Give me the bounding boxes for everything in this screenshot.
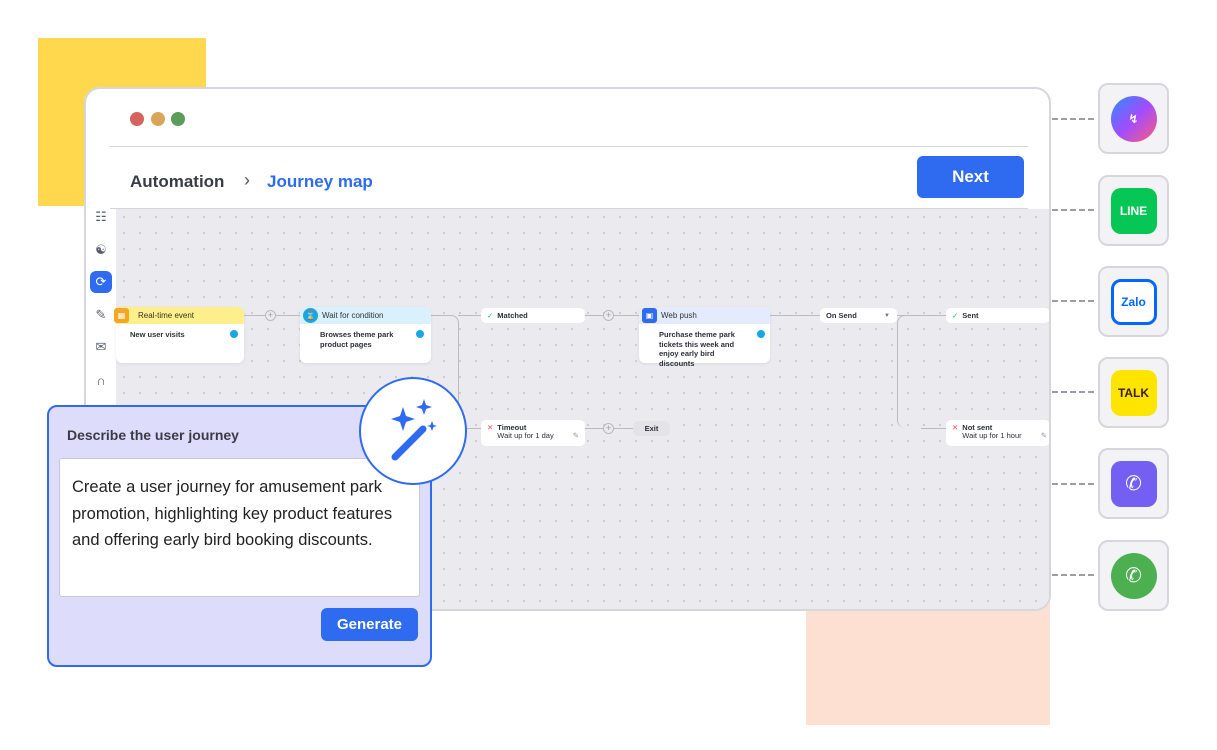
channel-viber[interactable]: ✆ xyxy=(1098,448,1169,519)
close-dot[interactable] xyxy=(130,112,144,126)
webpush-body: Purchase theme park tickets this week an… xyxy=(659,330,735,368)
magnet-icon[interactable]: ∩ xyxy=(90,369,112,391)
minimize-dot[interactable] xyxy=(151,112,165,126)
pencil-icon[interactable]: ✎ xyxy=(1041,432,1047,440)
viber-icon: ✆ xyxy=(1110,460,1157,507)
add-step-icon[interactable]: + xyxy=(265,310,276,321)
breadcrumb-automation[interactable]: Automation xyxy=(130,172,224,192)
caret-down-icon: ▼ xyxy=(884,312,890,319)
condition-title: Wait for condition xyxy=(322,311,384,320)
channel-line[interactable]: LINE xyxy=(1098,175,1169,246)
zalo-icon: Zalo xyxy=(1110,278,1157,325)
exit-node[interactable]: Exit xyxy=(633,421,670,436)
whatsapp-icon: ✆ xyxy=(1110,552,1157,599)
chevron-right-icon: › xyxy=(244,170,250,190)
on-send-dropdown[interactable]: On Send ▼ xyxy=(820,308,897,323)
maximize-dot[interactable] xyxy=(171,112,185,126)
matched-branch[interactable]: ✓ Matched xyxy=(481,308,585,323)
x-icon: ✕ xyxy=(487,423,494,432)
divider xyxy=(110,146,1028,147)
magic-wand-icon xyxy=(359,377,467,485)
timeout-branch[interactable]: ✕ Timeout Wait up for 1 day ✎ xyxy=(481,420,585,446)
journey-icon[interactable]: ⟳ xyxy=(90,271,112,293)
not-sent-branch[interactable]: ✕ Not sent Wait up for 1 hour ✎ xyxy=(946,420,1049,446)
trigger-node[interactable]: Real-time event ▦ New user visits xyxy=(114,307,244,363)
sent-branch[interactable]: ✓ Sent xyxy=(946,308,1049,323)
condition-body: Browses theme park product pages xyxy=(320,330,394,349)
flow-icon[interactable]: ☷ xyxy=(90,206,112,228)
condition-node[interactable]: Wait for condition ⌛ Browses theme park … xyxy=(300,307,431,363)
x-icon: ✕ xyxy=(952,423,959,432)
calendar-event-icon: ▦ xyxy=(114,308,129,323)
channel-kakaotalk[interactable]: TALK xyxy=(1098,357,1169,428)
info-icon[interactable] xyxy=(416,330,424,338)
add-step-icon[interactable]: + xyxy=(603,310,614,321)
next-button[interactable]: Next xyxy=(917,156,1024,198)
info-icon[interactable] xyxy=(230,330,238,338)
webpush-title: Web push xyxy=(661,311,697,320)
kakaotalk-icon: TALK xyxy=(1110,369,1157,416)
channel-messenger[interactable]: ↯ xyxy=(1098,83,1169,154)
line-icon: LINE xyxy=(1110,187,1157,234)
trigger-title: Real-time event xyxy=(138,311,195,320)
add-step-icon[interactable]: + xyxy=(603,423,614,434)
web-push-icon: ▣ xyxy=(642,308,657,323)
check-icon: ✓ xyxy=(487,311,494,320)
generate-button[interactable]: Generate xyxy=(321,608,418,641)
users-icon[interactable]: ☯ xyxy=(90,239,112,261)
hourglass-icon: ⌛ xyxy=(303,308,318,323)
chat-icon[interactable]: ✉ xyxy=(90,336,112,358)
messenger-icon: ↯ xyxy=(1110,95,1157,142)
info-icon[interactable] xyxy=(757,330,765,338)
edit-message-icon[interactable]: ✎ xyxy=(90,304,112,326)
webpush-node[interactable]: Web push ▣ Purchase theme park tickets t… xyxy=(639,307,770,368)
channel-zalo[interactable]: Zalo xyxy=(1098,266,1169,337)
pencil-icon[interactable]: ✎ xyxy=(573,432,579,440)
breadcrumb-journey-map: Journey map xyxy=(267,172,373,191)
check-icon: ✓ xyxy=(952,311,959,320)
panel-title: Describe the user journey xyxy=(67,427,239,443)
trigger-body: New user visits xyxy=(130,330,185,339)
channel-whatsapp[interactable]: ✆ xyxy=(1098,540,1169,611)
decor-peach-rect xyxy=(806,600,1050,725)
